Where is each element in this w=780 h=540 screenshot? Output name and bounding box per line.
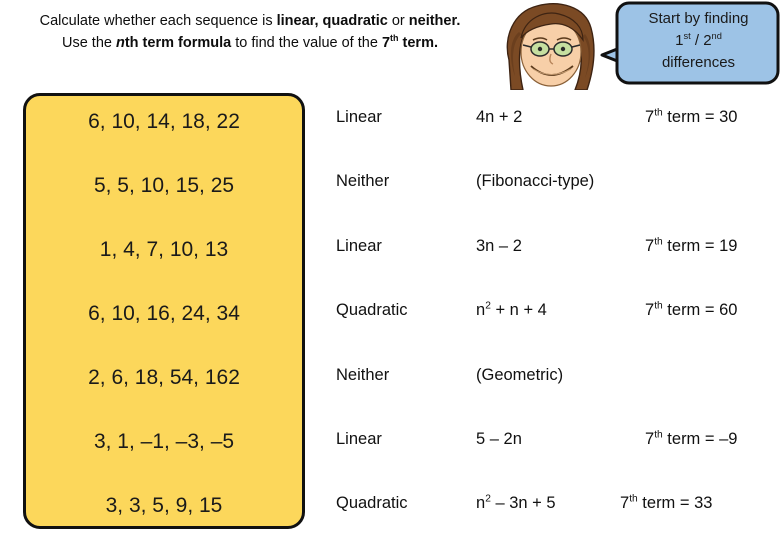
term-value: 7th term = 60	[645, 301, 737, 320]
nth-term-formula: (Geometric)	[476, 366, 564, 384]
term-value: 7th term = 30	[645, 108, 737, 127]
term-ordinal-suffix: th	[654, 236, 663, 248]
term-number: 7	[645, 430, 655, 448]
term-ordinal-suffix: th	[654, 107, 663, 119]
sequence-item: 5, 5, 10, 15, 25	[93, 174, 235, 197]
classification-label: Neither	[336, 366, 390, 384]
instruction-text-2e: term.	[398, 35, 438, 52]
instruction-text-1a: Calculate whether each sequence is	[39, 13, 277, 29]
formula-tail: + n + 4	[490, 301, 547, 319]
hint-line-2-sup-b: nd	[711, 31, 722, 42]
classification-label: Quadratic	[336, 301, 408, 319]
sequence-item: 3, 1, –1, –3, –5	[93, 430, 235, 453]
instruction-text-1d: neither.	[408, 13, 461, 29]
term-value: 7th term = 19	[645, 237, 737, 256]
term-number: 7	[645, 108, 655, 126]
sequence-item: 2, 6, 18, 54, 162	[88, 366, 240, 389]
term-ordinal-suffix: th	[654, 300, 663, 312]
term-ordinal-suffix: th	[654, 429, 663, 441]
hint-line-2: 1st / 2nd	[618, 30, 779, 52]
term-number: 7	[620, 494, 630, 512]
nth-term-formula: 3n – 2	[476, 237, 522, 255]
teacher-avatar-icon	[506, 3, 595, 90]
nth-term-formula: (Fibonacci-type)	[476, 172, 595, 190]
term-result: term = 19	[662, 237, 738, 255]
term-number: 7	[645, 301, 655, 319]
sequences-panel: 6, 10, 14, 18, 22 5, 5, 10, 15, 25 1, 4,…	[23, 93, 305, 529]
classification-label: Neither	[336, 172, 390, 190]
classification-label: Linear	[336, 430, 382, 448]
instruction-text-2c: to find the value of the	[231, 35, 382, 52]
term-result: term = 33	[637, 494, 713, 512]
answer-row: Linear 3n – 2 7th term = 19	[330, 237, 780, 261]
classification-label: Linear	[336, 237, 382, 255]
instruction-text-2a: Use the	[61, 35, 116, 52]
classification-label: Linear	[336, 108, 382, 126]
term-result: term = –9	[662, 430, 738, 448]
sequence-item: 3, 3, 5, 9, 15	[105, 494, 223, 517]
formula-base: n	[476, 494, 486, 512]
nth-term-formula: n2 – 3n + 5	[476, 494, 556, 513]
instructions-heading: Calculate whether each sequence is linea…	[0, 10, 500, 55]
term-value: 7th term = –9	[645, 430, 737, 449]
answer-row: Linear 4n + 2 7th term = 30	[330, 108, 780, 132]
answer-row: Linear 5 – 2n 7th term = –9	[330, 430, 780, 454]
hint-callout-text: Start by finding 1st / 2nd differences	[618, 8, 779, 75]
classification-label: Quadratic	[336, 494, 408, 512]
instruction-line-2: Use the nth term formula to find the val…	[0, 32, 500, 54]
instruction-text-1b: linear, quadratic	[276, 13, 388, 29]
formula-tail: – 3n + 5	[490, 494, 556, 512]
answer-row: Neither (Geometric)	[330, 366, 780, 390]
formula-base: n	[476, 301, 486, 319]
instruction-line-1: Calculate whether each sequence is linea…	[0, 10, 500, 32]
term-ordinal-suffix: th	[629, 493, 638, 505]
term-result: term = 30	[662, 108, 738, 126]
term-value: 7th term = 33	[620, 494, 712, 513]
instruction-text-2b: th term formula	[124, 35, 232, 52]
sequence-item: 1, 4, 7, 10, 13	[99, 238, 229, 261]
term-number: 7	[645, 237, 655, 255]
nth-term-formula: n2 + n + 4	[476, 301, 547, 320]
instruction-text-2d: 7	[381, 35, 391, 52]
hint-line-2b: / 2	[690, 32, 712, 50]
nth-term-formula: 4n + 2	[476, 108, 523, 126]
hint-line-2-sup-a: st	[683, 31, 691, 42]
answer-row: Quadratic n2 – 3n + 5 7th term = 33	[330, 494, 780, 518]
hint-line-1: Start by finding	[648, 10, 749, 27]
answer-row: Quadratic n2 + n + 4 7th term = 60	[330, 301, 780, 325]
teacher-avatar	[497, 2, 609, 90]
nth-term-formula: 5 – 2n	[476, 430, 522, 448]
instruction-text-2d-sup: th	[390, 33, 399, 44]
term-result: term = 60	[662, 301, 738, 319]
hint-callout: Start by finding 1st / 2nd differences	[600, 0, 780, 92]
instruction-text-2b-italic: n	[115, 35, 125, 52]
instruction-text-1c: or	[387, 13, 409, 29]
sequence-item: 6, 10, 14, 18, 22	[88, 110, 240, 133]
hint-line-3: differences	[661, 54, 736, 72]
sequence-item: 6, 10, 16, 24, 34	[88, 302, 240, 325]
answer-row: Neither (Fibonacci-type)	[330, 172, 780, 196]
